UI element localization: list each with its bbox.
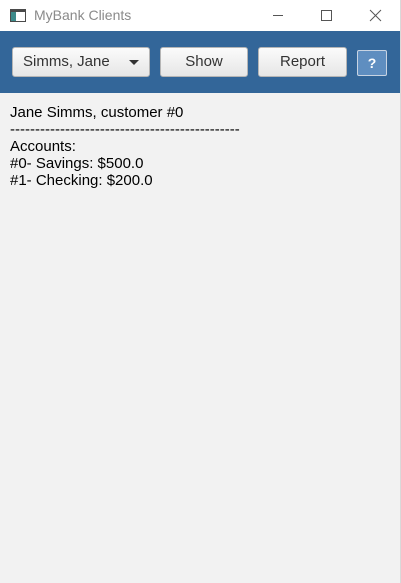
customer-header: Jane Simms, customer #0 bbox=[10, 104, 184, 121]
accounts-label: Accounts: bbox=[10, 138, 76, 155]
app-window: MyBank Clients Simms, Jane Show Report ? bbox=[0, 0, 401, 583]
show-button[interactable]: Show bbox=[160, 47, 248, 77]
minimize-button[interactable] bbox=[255, 0, 301, 31]
customer-select-value: Simms, Jane bbox=[23, 53, 110, 70]
close-button[interactable] bbox=[352, 0, 398, 31]
toolbar: Simms, Jane Show Report ? bbox=[0, 31, 400, 93]
chevron-down-icon bbox=[129, 60, 139, 65]
account-line: #0- Savings: $500.0 bbox=[10, 155, 144, 172]
help-button[interactable]: ? bbox=[357, 50, 387, 76]
report-text-area: Jane Simms, customer #0 ----------------… bbox=[10, 104, 390, 189]
maximize-button[interactable] bbox=[303, 0, 349, 31]
account-line: #1- Checking: $200.0 bbox=[10, 172, 153, 189]
minimize-icon bbox=[273, 15, 283, 16]
close-icon bbox=[369, 9, 382, 22]
title-bar[interactable]: MyBank Clients bbox=[0, 0, 400, 31]
app-icon bbox=[10, 9, 26, 22]
customer-select[interactable]: Simms, Jane bbox=[12, 47, 150, 77]
maximize-icon bbox=[321, 10, 332, 21]
report-button[interactable]: Report bbox=[258, 47, 347, 77]
separator-line: ----------------------------------------… bbox=[10, 121, 240, 138]
window-title: MyBank Clients bbox=[34, 7, 132, 23]
